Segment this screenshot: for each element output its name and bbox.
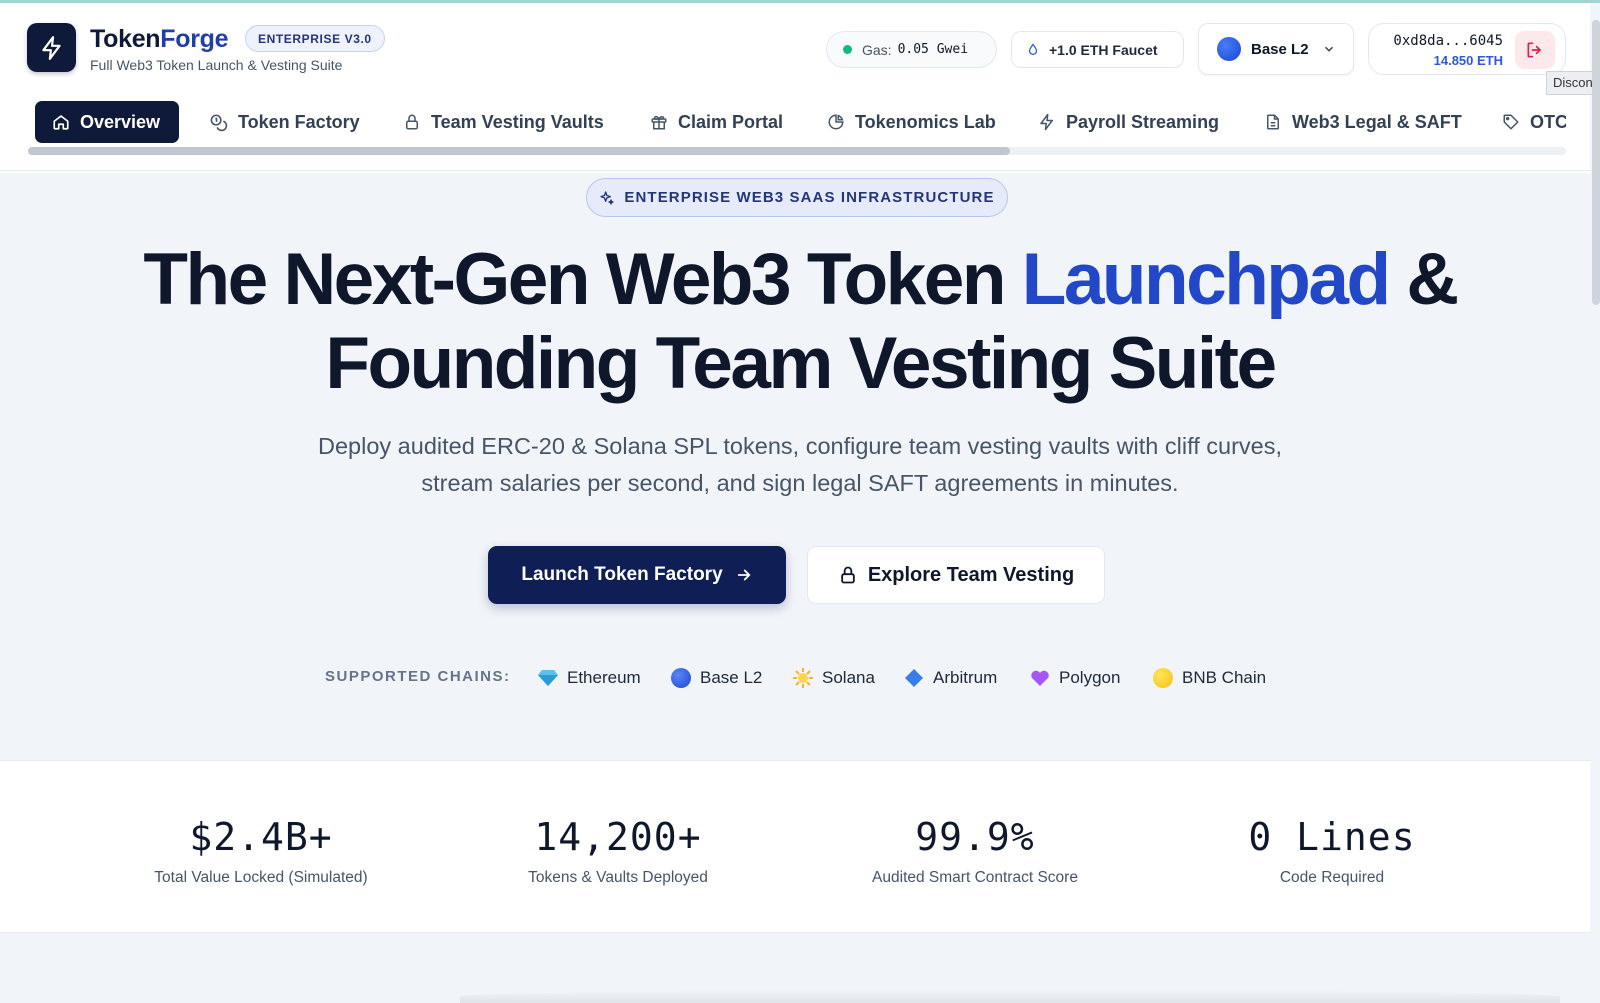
file-text-icon xyxy=(1264,113,1282,131)
yellow-circle-icon xyxy=(1153,668,1173,688)
wallet-widget: 0xd8da...6045 14.850 ETH xyxy=(1368,23,1566,75)
arrow-right-icon xyxy=(735,566,753,584)
stat-value: 0 Lines xyxy=(1248,815,1416,859)
stat-value: 14,200+ xyxy=(534,815,702,859)
status-dot-icon xyxy=(843,45,852,54)
network-selector[interactable]: Base L2 xyxy=(1198,23,1354,75)
gas-value: 0.05 Gwei xyxy=(897,42,969,57)
hero-title: The Next-Gen Web3 Token Launchpad & Foun… xyxy=(143,239,1459,404)
supported-chains: SUPPORTED CHAINS: Ethereum Base L2 Solan… xyxy=(0,664,1600,692)
brand-logo[interactable] xyxy=(27,23,76,72)
chain-solana: Solana xyxy=(793,664,875,692)
droplet-icon xyxy=(1026,42,1040,58)
stat-code-required: 0 Lines Code Required xyxy=(1154,815,1510,887)
faucet-label: +1.0 ETH Faucet xyxy=(1049,41,1158,58)
supported-chains-label: SUPPORTED CHAINS: xyxy=(325,668,511,685)
tab-label: Team Vesting Vaults xyxy=(431,111,604,132)
hero-description: Deploy audited ERC-20 & Solana SPL token… xyxy=(318,433,1282,496)
stat-tvl: $2.4B+ Total Value Locked (Simulated) xyxy=(83,815,439,887)
chain-name: Polygon xyxy=(1059,668,1121,687)
stats-strip: $2.4B+ Total Value Locked (Simulated) 14… xyxy=(0,760,1590,933)
tab-label: Claim Portal xyxy=(678,111,784,132)
header-divider xyxy=(0,170,1590,171)
stat-audit-score: 99.9% Audited Smart Contract Score xyxy=(797,815,1153,887)
stat-deployed: 14,200+ Tokens & Vaults Deployed xyxy=(440,815,796,887)
tab-label: Overview xyxy=(80,111,161,132)
tab-payroll-streaming[interactable]: Payroll Streaming xyxy=(1038,101,1219,143)
tab-tokenomics-lab[interactable]: Tokenomics Lab xyxy=(827,101,996,143)
button-label: Explore Team Vesting xyxy=(867,563,1075,586)
chain-name: Ethereum xyxy=(567,668,641,687)
stat-value: $2.4B+ xyxy=(189,815,333,859)
next-section-edge xyxy=(460,990,1560,1003)
nav-scrollbar-thumb[interactable] xyxy=(28,147,1010,155)
gift-icon xyxy=(650,113,668,131)
tab-claim-portal[interactable]: Claim Portal xyxy=(650,101,783,143)
zap-icon xyxy=(1038,113,1056,131)
lightning-icon xyxy=(41,35,61,60)
gas-indicator: Gas: 0.05 Gwei xyxy=(826,31,997,68)
button-label: Launch Token Factory xyxy=(521,564,723,585)
coins-icon xyxy=(209,113,228,132)
tag-icon xyxy=(1502,113,1520,131)
wallet-balance: 14.850 ETH xyxy=(1433,53,1503,68)
chain-name: Arbitrum xyxy=(933,668,998,687)
disconnect-button[interactable] xyxy=(1515,31,1555,69)
tab-overview[interactable]: Overview xyxy=(35,101,180,143)
stat-label: Audited Smart Contract Score xyxy=(872,869,1078,886)
chain-arbitrum: Arbitrum xyxy=(904,664,997,692)
chain-name: Base L2 xyxy=(700,668,763,687)
chain-base-l2: Base L2 xyxy=(671,664,762,692)
stat-label: Total Value Locked (Simulated) xyxy=(154,869,368,886)
purple-heart-icon xyxy=(1030,668,1050,688)
wallet-address[interactable]: 0xd8da...6045 xyxy=(1393,33,1503,49)
hero-badge-label: ENTERPRISE WEB3 SAAS INFRASTRUCTURE xyxy=(624,189,995,206)
sun-icon xyxy=(793,668,813,688)
lock-icon xyxy=(403,113,421,131)
pie-chart-icon xyxy=(827,113,845,131)
logout-icon xyxy=(1527,42,1541,58)
tab-label: Payroll Streaming xyxy=(1066,111,1220,132)
gas-label: Gas: xyxy=(862,41,892,58)
sparkles-icon xyxy=(599,190,615,206)
tab-label: Token Factory xyxy=(238,111,360,132)
tab-label: Web3 Legal & SAFT xyxy=(1292,111,1462,132)
chain-polygon: Polygon xyxy=(1030,664,1120,692)
home-icon xyxy=(52,113,70,131)
network-label: Base L2 xyxy=(1251,40,1309,58)
gem-icon xyxy=(538,668,558,688)
edition-badge: ENTERPRISE V3.0 xyxy=(245,25,385,52)
stat-label: Tokens & Vaults Deployed xyxy=(528,869,708,886)
launch-token-factory-button[interactable]: Launch Token Factory xyxy=(488,546,786,604)
faucet-button[interactable]: +1.0 ETH Faucet xyxy=(1011,31,1184,68)
brand-subtitle: Full Web3 Token Launch & Vesting Suite xyxy=(90,57,343,73)
tab-token-factory[interactable]: Token Factory xyxy=(209,101,360,143)
tab-team-vesting-vaults[interactable]: Team Vesting Vaults xyxy=(403,101,604,143)
brand-name: TokenForge xyxy=(90,25,229,53)
main-nav: Overview Token Factory Team Vesting Vaul… xyxy=(28,94,1566,152)
chain-bnb: BNB Chain xyxy=(1153,664,1266,692)
tab-otc[interactable]: OTC xyxy=(1502,101,1566,143)
tab-web3-legal-saft[interactable]: Web3 Legal & SAFT xyxy=(1264,101,1462,143)
stat-value: 99.9% xyxy=(915,815,1035,859)
blue-circle-icon xyxy=(671,668,691,688)
chain-name: Solana xyxy=(822,668,875,687)
chain-name: BNB Chain xyxy=(1182,668,1267,687)
tab-label: OTC xyxy=(1530,111,1566,132)
lock-icon xyxy=(838,565,858,585)
chevron-down-icon xyxy=(1322,42,1336,56)
base-network-icon xyxy=(1217,37,1241,61)
explore-team-vesting-button[interactable]: Explore Team Vesting xyxy=(807,546,1105,604)
hero-badge: ENTERPRISE WEB3 SAAS INFRASTRUCTURE xyxy=(586,178,1008,217)
diamond-icon xyxy=(904,668,924,688)
stat-label: Code Required xyxy=(1279,869,1385,886)
tab-label: Tokenomics Lab xyxy=(855,111,996,132)
chain-ethereum: Ethereum xyxy=(538,664,641,692)
